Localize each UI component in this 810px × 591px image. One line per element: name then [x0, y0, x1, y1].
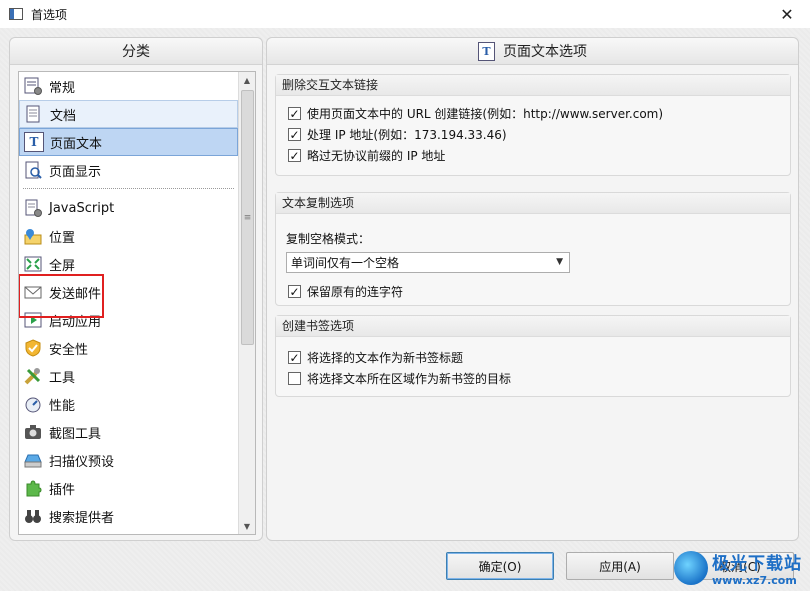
option-label: 保留原有的连字符: [307, 285, 404, 299]
security-shield-icon: [23, 338, 43, 358]
checkbox[interactable]: ✓: [288, 149, 301, 162]
options-header: T 页面文本选项: [267, 38, 798, 65]
copy-space-mode-select[interactable]: 单词间仅有一个空格 ▼: [286, 252, 570, 273]
plugin-puzzle-icon: [23, 478, 43, 498]
page-display-icon: [23, 160, 43, 180]
option-label: 使用页面文本中的 URL 创建链接(例如：http://www.server.c…: [307, 107, 664, 121]
title-bar: 首选项 ✕: [0, 0, 810, 28]
watermark-logo-icon: [674, 551, 708, 585]
fullscreen-icon: [23, 254, 43, 274]
category-item-location[interactable]: 位置: [19, 222, 238, 250]
category-label: 性能: [49, 398, 76, 414]
category-label: 安全性: [49, 342, 89, 358]
category-label: 发送邮件: [49, 286, 102, 302]
option-selection-area-as-target[interactable]: 将选择文本所在区域作为新书签的目标: [288, 370, 511, 387]
category-separator: [23, 188, 234, 190]
ok-button[interactable]: 确定(O): [446, 552, 554, 580]
copy-options-section: 文本复制选项 复制空格模式： 单词间仅有一个空格 ▼ ✓ 保留原有的连字符: [275, 192, 791, 306]
category-item-screenshot-tool[interactable]: 截图工具: [19, 418, 238, 446]
watermark: 极光下载站 www.xz7.com: [674, 549, 802, 587]
document-icon: [24, 104, 44, 124]
close-button[interactable]: ✕: [764, 0, 810, 28]
option-label: 将选择文本所在区域作为新书签的目标: [307, 372, 512, 386]
performance-gauge-icon: [23, 394, 43, 414]
category-item-page-text[interactable]: T 页面文本: [19, 128, 238, 156]
checkbox[interactable]: ✓: [288, 107, 301, 120]
category-item-fullscreen[interactable]: 全屏: [19, 250, 238, 278]
chevron-down-icon: ▼: [556, 257, 563, 267]
tools-icon: [23, 366, 43, 386]
category-label: 工具: [49, 370, 76, 386]
page-text-icon: T: [24, 132, 44, 152]
select-value: 单词间仅有一个空格: [291, 256, 400, 270]
search-binoculars-icon: [23, 506, 43, 526]
category-item-document[interactable]: 文档: [19, 100, 238, 128]
option-label: 略过无协议前缀的 IP 地址: [307, 149, 446, 163]
watermark-name: 极光下载站: [712, 554, 802, 574]
category-panel: 分类 常规 文档 T 页面文本 页面显示 JavaScript 位置 全屏 发送…: [9, 37, 263, 541]
section-title: 创建书签选项: [276, 316, 790, 337]
category-list[interactable]: 常规 文档 T 页面文本 页面显示 JavaScript 位置 全屏 发送邮件 …: [18, 71, 256, 535]
options-title: 页面文本选项: [503, 44, 587, 60]
options-panel: T 页面文本选项 删除交互文本链接 ✓ 使用页面文本中的 URL 创建链接(例如…: [266, 37, 799, 541]
checkbox[interactable]: ✓: [288, 285, 301, 298]
page-text-icon: T: [478, 41, 495, 61]
watermark-url: www.xz7.com: [712, 574, 797, 587]
category-label: 文档: [50, 108, 77, 124]
category-item-scanner-presets[interactable]: 扫描仪预设: [19, 446, 238, 474]
category-item-page-display[interactable]: 页面显示: [19, 156, 238, 184]
dialog-body: 分类 常规 文档 T 页面文本 页面显示 JavaScript 位置 全屏 发送…: [0, 28, 810, 591]
category-scrollbar[interactable]: ▲ ≡ ▼: [238, 72, 255, 534]
scanner-icon: [23, 450, 43, 470]
category-label: 插件: [49, 482, 76, 498]
checkbox[interactable]: ✓: [288, 128, 301, 141]
option-label: 将选择的文本作为新书签标题: [307, 351, 464, 365]
category-label: 搜索提供者: [49, 510, 115, 526]
javascript-icon: [23, 198, 43, 218]
category-header: 分类: [10, 38, 262, 65]
checkbox[interactable]: ✓: [288, 351, 301, 364]
category-item-tools[interactable]: 工具: [19, 362, 238, 390]
copy-space-mode-label: 复制空格模式：: [286, 232, 371, 246]
category-item-plugins[interactable]: 插件: [19, 474, 238, 502]
category-label: 页面文本: [50, 136, 103, 152]
category-item-search-providers[interactable]: 搜索提供者: [19, 502, 238, 530]
window-title: 首选项: [31, 7, 68, 22]
category-item-launch-app[interactable]: 启动应用: [19, 306, 238, 334]
option-selection-as-title[interactable]: ✓ 将选择的文本作为新书签标题: [288, 349, 463, 366]
category-label: 启动应用: [49, 314, 102, 330]
launch-app-icon: [23, 310, 43, 330]
option-keep-hyphens[interactable]: ✓ 保留原有的连字符: [288, 283, 403, 300]
category-item-general[interactable]: 常规: [19, 72, 238, 100]
section-title: 文本复制选项: [276, 193, 790, 214]
section-title: 删除交互文本链接: [276, 75, 790, 96]
category-label: 页面显示: [49, 164, 102, 180]
app-icon: [9, 8, 23, 20]
category-item-security[interactable]: 安全性: [19, 334, 238, 362]
category-item-performance[interactable]: 性能: [19, 390, 238, 418]
category-label: 扫描仪预设: [49, 454, 115, 470]
category-label: JavaScript: [49, 200, 115, 216]
category-item-send-email[interactable]: 发送邮件: [19, 278, 238, 306]
bookmark-options-section: 创建书签选项 ✓ 将选择的文本作为新书签标题 将选择文本所在区域作为新书签的目标: [275, 315, 791, 397]
scroll-thumb[interactable]: ≡: [241, 90, 254, 345]
remove-links-section: 删除交互文本链接 ✓ 使用页面文本中的 URL 创建链接(例如：http://w…: [275, 74, 791, 176]
option-create-url-links[interactable]: ✓ 使用页面文本中的 URL 创建链接(例如：http://www.server…: [288, 105, 663, 122]
option-label: 处理 IP 地址(例如：173.194.33.46): [307, 128, 507, 142]
scroll-down-arrow-icon[interactable]: ▼: [239, 518, 255, 534]
location-pin-icon: [23, 226, 43, 246]
category-label: 截图工具: [49, 426, 102, 442]
category-label: 常规: [49, 80, 76, 96]
option-process-ip[interactable]: ✓ 处理 IP 地址(例如：173.194.33.46): [288, 126, 507, 143]
option-skip-ip-without-protocol[interactable]: ✓ 略过无协议前缀的 IP 地址: [288, 147, 445, 164]
email-icon: [23, 282, 43, 302]
category-label: 全屏: [49, 258, 76, 274]
screenshot-camera-icon: [23, 422, 43, 442]
category-item-javascript[interactable]: JavaScript: [19, 194, 238, 222]
scroll-up-arrow-icon[interactable]: ▲: [239, 72, 255, 88]
apply-button[interactable]: 应用(A): [566, 552, 674, 580]
general-settings-icon: [23, 76, 43, 96]
checkbox[interactable]: [288, 372, 301, 385]
category-label: 位置: [49, 230, 76, 246]
